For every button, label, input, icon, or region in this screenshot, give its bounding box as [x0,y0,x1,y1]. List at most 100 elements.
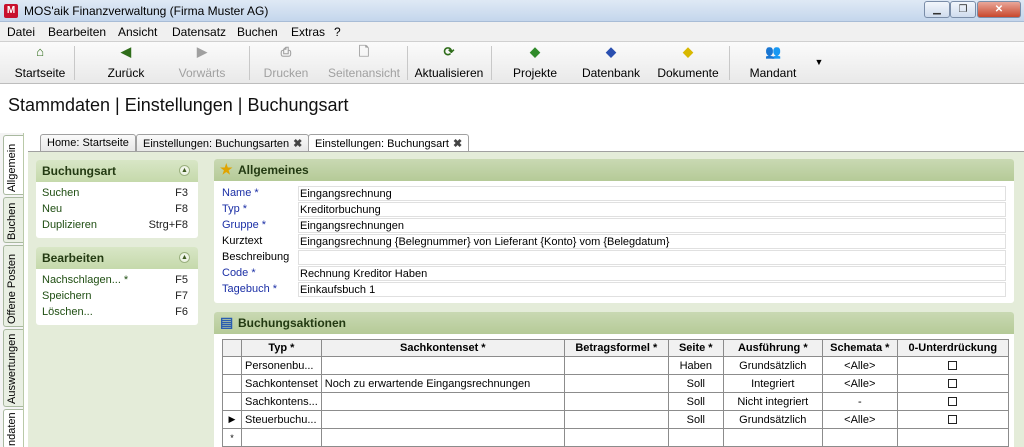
buchungsart-box-header[interactable]: Buchungsart ▲ [36,160,198,182]
cell-ausfuehrung[interactable]: Integriert [722,374,823,393]
menu-bearbeiten[interactable]: Bearbeiten [48,25,106,39]
collapse-icon[interactable]: ▲ [179,165,190,176]
cell-sachkontenset[interactable]: Noch zu erwartende Eingangsrechnungen [320,374,565,393]
table-row[interactable]: Sachkontens... Soll Nicht integriert - [222,392,1009,411]
vorwaerts-button[interactable]: ▶ Vorwärts [176,44,228,82]
cell-typ[interactable]: Sachkontenset [241,374,322,393]
vtab-allgemein[interactable]: Allgemein [3,135,23,195]
cell-ausfuehrung[interactable]: Grundsätzlich [722,410,823,429]
menu-ansicht[interactable]: Ansicht [118,25,157,39]
vtab-offene-posten[interactable]: Offene Posten [3,245,23,327]
cell-betragsformel[interactable] [563,392,669,411]
column-header-schemata[interactable]: Schemata * [821,339,898,357]
cell-betragsformel[interactable] [563,428,669,447]
column-header-seite[interactable]: Seite * [667,339,724,357]
cell-seite[interactable] [667,428,724,447]
minimize-button[interactable]: ▁ [924,1,950,18]
cell-betragsformel[interactable] [563,374,669,393]
task-nachschlagen[interactable]: Nachschlagen... * F5 [36,273,198,289]
table-row[interactable]: Sachkontenset Noch zu erwartende Eingang… [222,374,1009,393]
gruppe-input[interactable]: Eingangsrechnungen [298,218,1006,233]
vtab-auswertungen[interactable]: Auswertungen [3,329,23,407]
collapse-icon[interactable]: ▲ [179,252,190,263]
cell-ausfuehrung[interactable]: Grundsätzlich [722,356,823,375]
cell-betragsformel[interactable] [563,356,669,375]
task-loeschen[interactable]: Löschen... F6 [36,305,198,321]
dokumente-button[interactable]: ◆ Dokumente [655,44,721,82]
mandant-dropdown-button[interactable]: ▼ [811,54,825,92]
cell-sachkontenset[interactable] [320,410,565,429]
drucken-button[interactable]: ⎙ Drucken [262,44,310,82]
checkbox[interactable] [948,397,958,407]
typ-input[interactable]: Kreditorbuchung [298,202,1006,217]
table-row[interactable]: ▶ Steuerbuchu... Soll Grundsätzlich <All… [222,410,1009,429]
checkbox[interactable] [948,361,958,371]
zurueck-button[interactable]: ◀ Zurück [100,44,152,82]
cell-typ[interactable]: Steuerbuchu... [241,410,322,429]
cell-schemata[interactable]: - [821,392,898,411]
kurztext-input[interactable]: Eingangsrechnung {Belegnummer} von Liefe… [298,234,1006,249]
code-input[interactable]: Rechnung Kreditor Haben [298,266,1006,281]
checkbox[interactable] [948,379,958,389]
cell-seite[interactable]: Haben [667,356,724,375]
column-header-betragsformel[interactable]: Betragsformel * [563,339,669,357]
row-selector[interactable] [222,392,242,411]
cell-ausfuehrung[interactable] [722,428,823,447]
cell-0-unterdrueckung[interactable] [896,428,1009,447]
beschreibung-input[interactable] [298,250,1006,265]
seitenansicht-button[interactable]: 🗋 Seitenansicht [327,44,401,82]
column-header-typ[interactable]: Typ * [241,339,322,357]
column-header-sachkontenset[interactable]: Sachkontenset * [320,339,565,357]
aktualisieren-button[interactable]: ⟳ Aktualisieren [413,44,485,82]
menu-help[interactable]: ? [334,25,341,39]
task-duplizieren[interactable]: Duplizieren Strg+F8 [36,218,198,234]
cell-ausfuehrung[interactable]: Nicht integriert [722,392,823,411]
cell-typ[interactable]: Sachkontens... [241,392,322,411]
row-selector-current[interactable]: ▶ [222,410,242,429]
close-tab-icon[interactable]: ✖ [453,138,462,150]
tagebuch-input[interactable]: Einkaufsbuch 1 [298,282,1006,297]
close-tab-icon[interactable]: ✖ [293,138,302,150]
column-header-ausfuehrung[interactable]: Ausführung * [722,339,823,357]
checkbox[interactable] [948,415,958,425]
row-selector[interactable] [222,374,242,393]
cell-schemata[interactable]: <Alle> [821,410,898,429]
projekte-button[interactable]: ◆ Projekte [509,44,561,82]
table-row-new[interactable]: * [222,428,1009,447]
menu-datensatz[interactable]: Datensatz [172,25,226,39]
task-suchen[interactable]: Suchen F3 [36,186,198,202]
table-row[interactable]: Personenbu... Haben Grundsätzlich <Alle> [222,356,1009,375]
vtab-stammdaten[interactable]: ndaten [3,409,23,447]
row-selector[interactable] [222,356,242,375]
maximize-button[interactable]: ❐ [950,1,976,18]
bearbeiten-box-header[interactable]: Bearbeiten ▲ [36,247,198,269]
datenbank-button[interactable]: ◆ Datenbank [581,44,641,82]
cell-typ[interactable]: Personenbu... [241,356,322,375]
close-window-button[interactable]: ✕ [977,1,1021,18]
vtab-buchen[interactable]: Buchen [3,197,23,243]
column-header-0-unterdrueckung[interactable]: 0-Unterdrückung [896,339,1009,357]
menu-buchen[interactable]: Buchen [237,25,278,39]
tab-buchungsarten[interactable]: Einstellungen: Buchungsarten ✖ [136,134,310,152]
cell-schemata[interactable]: <Alle> [821,374,898,393]
mandant-button[interactable]: 👥 Mandant [747,44,799,82]
task-speichern[interactable]: Speichern F7 [36,289,198,305]
cell-seite[interactable]: Soll [667,392,724,411]
menu-extras[interactable]: Extras [291,25,325,39]
row-selector-new[interactable]: * [222,428,242,447]
menu-datei[interactable]: Datei [7,25,35,39]
tab-home-startseite[interactable]: Home: Startseite [40,134,136,152]
cell-seite[interactable]: Soll [667,374,724,393]
cell-sachkontenset[interactable] [320,428,565,447]
name-input[interactable]: Eingangsrechnung [298,186,1006,201]
cell-seite[interactable]: Soll [667,410,724,429]
task-neu[interactable]: Neu F8 [36,202,198,218]
cell-sachkontenset[interactable] [320,392,565,411]
cell-sachkontenset[interactable] [320,356,565,375]
cell-betragsformel[interactable] [563,410,669,429]
row-selector-header [222,339,242,357]
cell-typ[interactable] [241,428,322,447]
cell-schemata[interactable]: <Alle> [821,356,898,375]
cell-schemata[interactable] [821,428,898,447]
startseite-button[interactable]: ⌂ Startseite [12,44,68,82]
